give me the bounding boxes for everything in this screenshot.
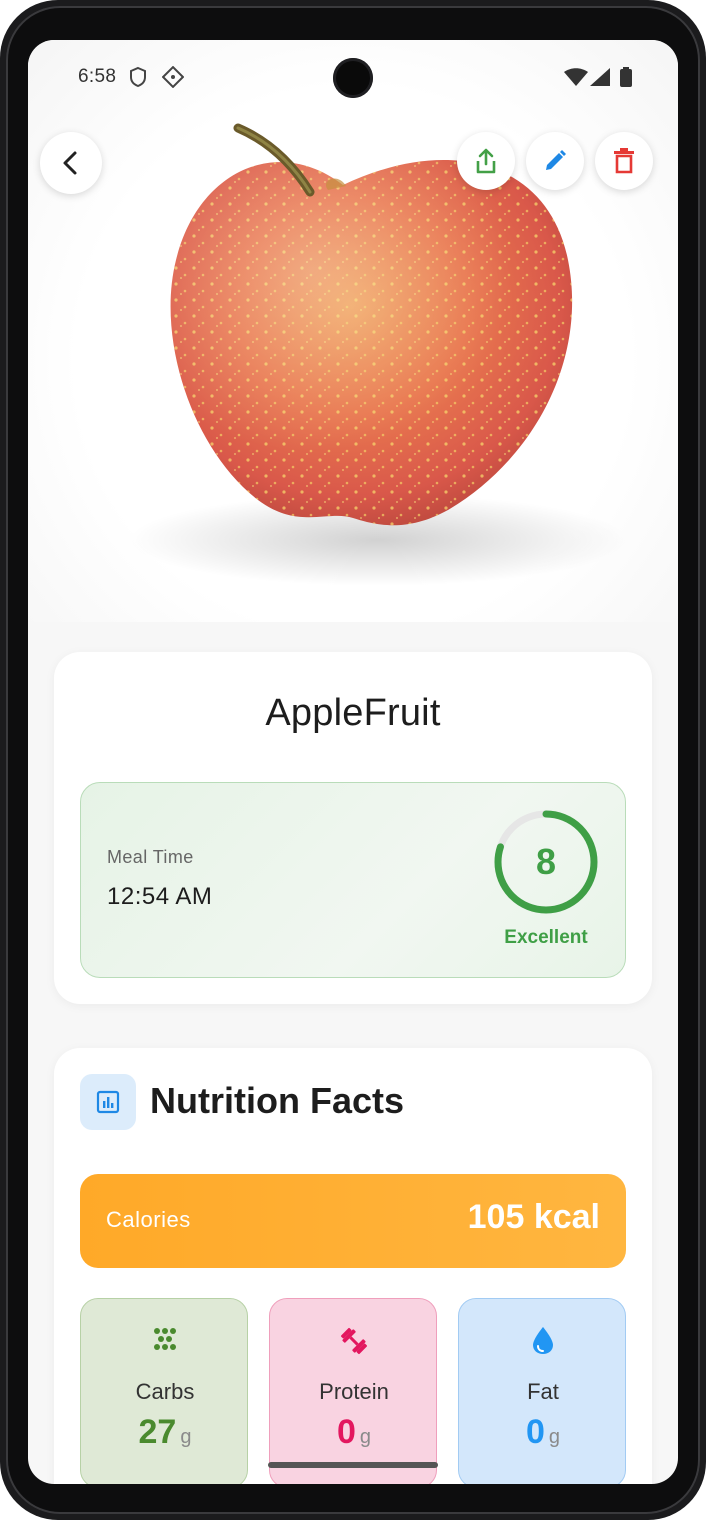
macro-name: Protein [319, 1379, 389, 1404]
water-drop-icon [459, 1325, 627, 1355]
food-image [28, 40, 678, 622]
share-icon [476, 148, 496, 174]
delete-button[interactable] [595, 132, 653, 190]
food-summary-card: AppleFruit Meal Time 12:54 AM 8 Excellen… [54, 652, 652, 1004]
status-time: 6:58 [78, 66, 117, 87]
macro-card-protein: Protein 0g [269, 1298, 437, 1484]
macro-value: 0g [270, 1413, 438, 1452]
gesture-nav-bar[interactable] [268, 1462, 438, 1468]
meal-time-label: Meal Time [107, 847, 194, 867]
health-score-ring: 8 [493, 809, 599, 915]
macro-unit: g [180, 1426, 192, 1448]
battery-icon [620, 67, 632, 91]
health-score-value: 8 [535, 841, 557, 882]
wifi-icon [564, 68, 588, 90]
back-button[interactable] [40, 132, 102, 194]
health-score-label: Excellent [504, 927, 588, 948]
calories-label: Calories [106, 1207, 191, 1232]
nutrition-facts-card: Nutrition Facts Calories 105 kcal Carbs … [54, 1048, 652, 1484]
meal-time-panel: Meal Time 12:54 AM 8 Excellent [80, 782, 626, 978]
macro-unit: g [359, 1426, 372, 1448]
apple-image [128, 123, 628, 586]
shield-icon [128, 66, 148, 92]
macro-amount: 0 [525, 1413, 545, 1451]
share-button[interactable] [457, 132, 515, 190]
signal-icon [590, 68, 610, 90]
macro-card-fat: Fat 0g [458, 1298, 626, 1484]
dots-icon [161, 65, 185, 92]
nutrition-facts-title: Nutrition Facts [150, 1080, 405, 1121]
back-icon [63, 151, 77, 175]
status-bar: 6:58 [28, 40, 678, 116]
camera-cutout [333, 58, 373, 98]
macro-amount: 0 [336, 1413, 356, 1451]
nutrition-chart-icon [80, 1074, 136, 1130]
dumbbell-icon [270, 1325, 438, 1357]
macro-amount: 27 [138, 1413, 177, 1451]
app-screen: 6:58 AppleFruit Meal Time 12:54 AM 8 Exc… [28, 40, 678, 1484]
calories-bar: Calories 105 kcal [80, 1174, 626, 1268]
delete-icon [614, 148, 634, 174]
macro-unit: g [548, 1426, 561, 1448]
grain-icon [81, 1325, 249, 1353]
food-name: AppleFruit [265, 692, 441, 734]
macro-value: 27 g [81, 1413, 249, 1452]
macro-card-carbs: Carbs 27 g [80, 1298, 248, 1484]
edit-icon [546, 150, 566, 170]
macro-value: 0g [459, 1413, 627, 1452]
edit-button[interactable] [526, 132, 584, 190]
calories-value: 105 kcal [467, 1198, 600, 1236]
macro-name: Fat [527, 1379, 559, 1404]
macro-name: Carbs [135, 1379, 195, 1404]
meal-time-value: 12:54 AM [107, 883, 213, 910]
